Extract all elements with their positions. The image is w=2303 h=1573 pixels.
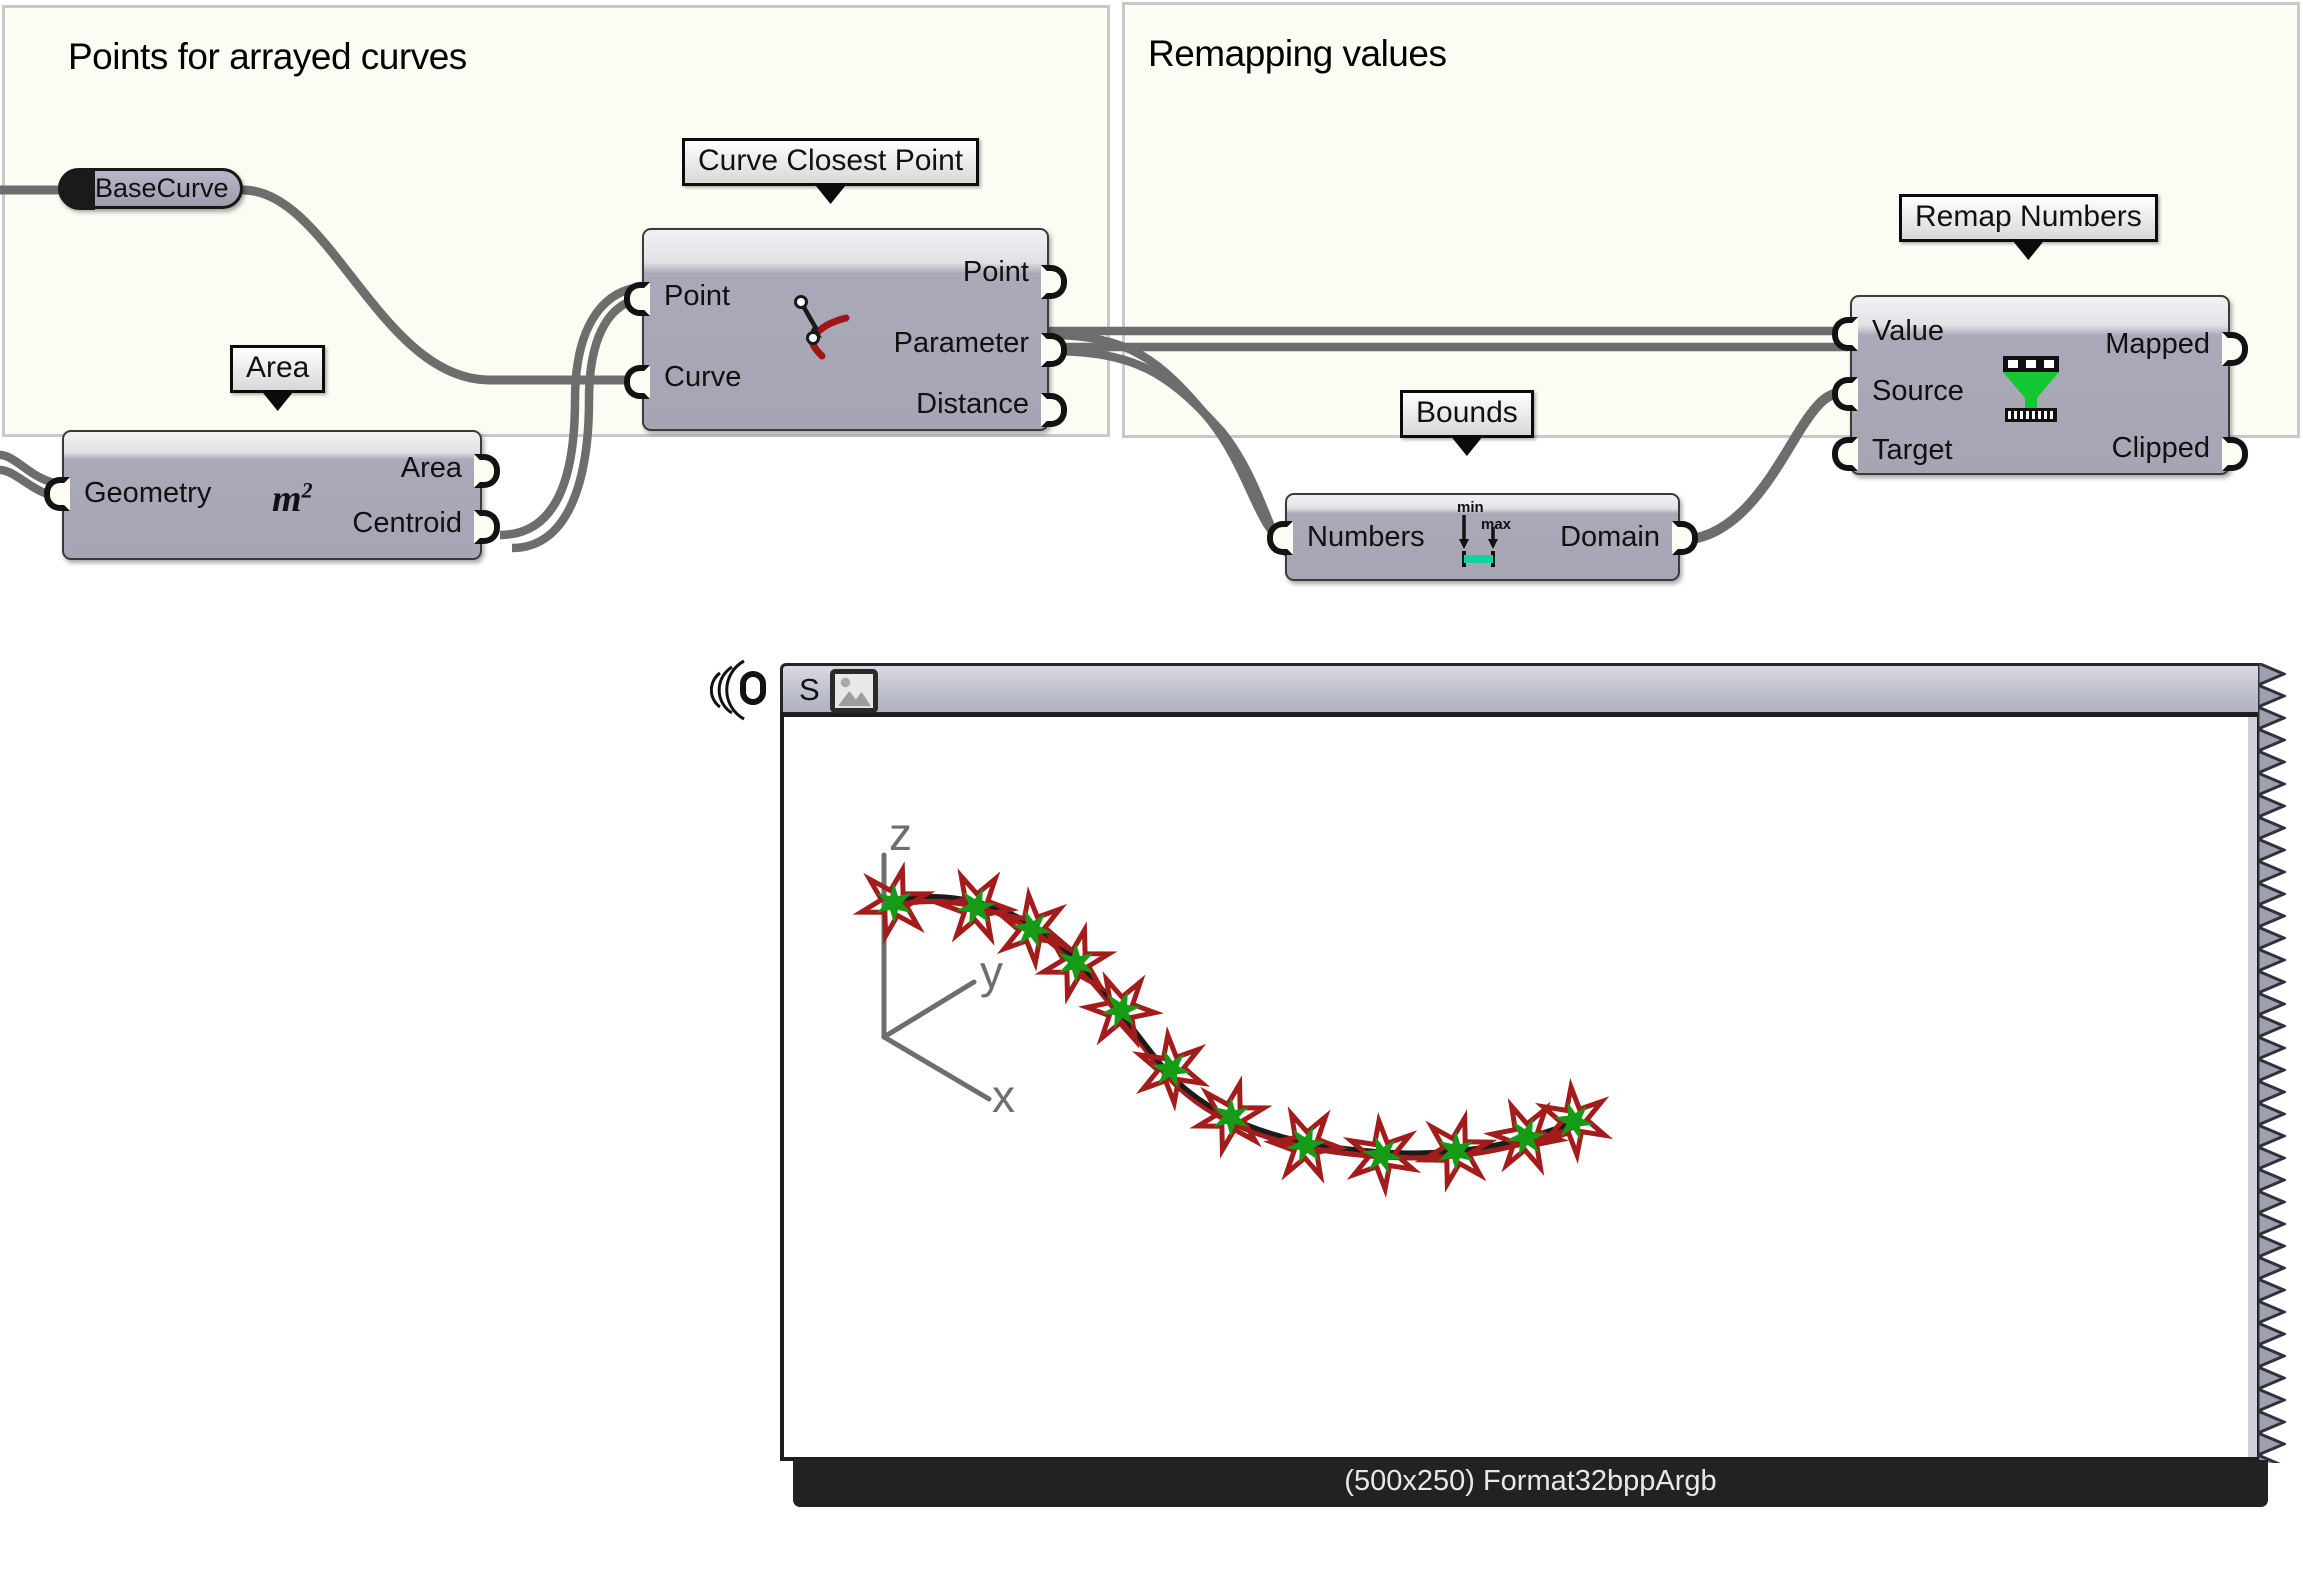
- balloon-remap-label: Remap Numbers: [1915, 200, 2142, 233]
- node-area-output-area: Area: [400, 452, 462, 484]
- balloon-ccp-label: Curve Closest Point: [698, 144, 964, 177]
- image-preview-canvas[interactable]: z y x: [780, 713, 2261, 1461]
- node-remap-output-mapped: Mapped: [2105, 328, 2210, 360]
- port-out-clipped[interactable]: [2222, 437, 2248, 471]
- port-in-numbers[interactable]: [1267, 521, 1293, 555]
- balloon-tail: [1449, 435, 1484, 456]
- port-in-curve[interactable]: [624, 365, 650, 399]
- balloon-bounds-label: Bounds: [1416, 396, 1518, 429]
- preview-header-label: S: [799, 672, 820, 707]
- image-preview-icon: [830, 669, 878, 713]
- axis-label-z: z: [889, 808, 912, 860]
- bounds-minmax-icon: min max: [1455, 499, 1523, 579]
- node-ccp-output-distance: Distance: [916, 388, 1029, 420]
- port-in-geometry[interactable]: [44, 477, 70, 511]
- balloon-area: Area: [230, 345, 326, 411]
- balloon-curve-closest-point: Curve Closest Point: [682, 138, 980, 204]
- node-remap-input-source: Source: [1872, 375, 1964, 407]
- basecurve-label: BaseCurve: [95, 173, 229, 203]
- axis-label-x: x: [992, 1070, 1015, 1122]
- image-preview-header[interactable]: S: [780, 663, 2261, 715]
- image-preview-statusbar: (500x250) Format32bppArgb: [793, 1460, 2268, 1507]
- port-in-preview[interactable]: [740, 671, 766, 705]
- node-curve-closest-point[interactable]: Point Curve Point Parameter Distance: [624, 228, 1067, 431]
- node-bounds-output-domain: Domain: [1560, 521, 1660, 553]
- port-in-point[interactable]: [624, 282, 650, 316]
- port-out-area[interactable]: [474, 454, 500, 488]
- group-title-remapping: Remapping values: [1148, 33, 1447, 74]
- axis-label-y: y: [980, 946, 1003, 998]
- node-bounds[interactable]: Numbers Domain min max: [1267, 493, 1698, 581]
- node-remap-input-target: Target: [1872, 434, 1953, 466]
- node-ccp-input-point: Point: [664, 280, 731, 312]
- port-out-domain[interactable]: [1672, 521, 1698, 555]
- group-title-points: Points for arrayed curves: [68, 36, 467, 77]
- image-preview-panel[interactable]: S z y x (500x250) Format32bppArgb: [710, 659, 2286, 1510]
- curve-closest-point-icon: [794, 295, 850, 360]
- port-out-centroid[interactable]: [474, 510, 500, 544]
- port-in-target[interactable]: [1832, 437, 1858, 471]
- node-basecurve[interactable]: BaseCurve: [58, 168, 243, 210]
- m2-icon: m2: [272, 477, 313, 520]
- remap-funnel-icon: [2003, 356, 2059, 422]
- node-remap-output-clipped: Clipped: [2111, 432, 2210, 464]
- node-ccp-output-point: Point: [962, 256, 1029, 288]
- basecurve-cap-icon: [59, 169, 95, 210]
- node-bounds-input-numbers: Numbers: [1307, 521, 1425, 553]
- port-in-value[interactable]: [1832, 317, 1858, 351]
- port-in-source[interactable]: [1832, 377, 1858, 411]
- node-remap-numbers[interactable]: Value Source Target Mapped Clipped: [1832, 295, 2248, 475]
- viewport-drawing: z y x: [852, 808, 1614, 1199]
- node-remap-input-value: Value: [1872, 315, 1945, 347]
- node-area-output-centroid: Centroid: [352, 507, 462, 539]
- node-area-input-geometry: Geometry: [84, 477, 212, 509]
- torn-edge-decoration: [2258, 663, 2286, 1463]
- node-ccp-input-curve: Curve: [664, 361, 742, 393]
- preview-status-text: (500x250) Format32bppArgb: [1344, 1465, 1717, 1497]
- node-ccp-output-parameter: Parameter: [893, 327, 1029, 359]
- node-area[interactable]: Geometry Area Centroid m2: [44, 430, 500, 560]
- balloon-area-label: Area: [246, 351, 310, 384]
- balloon-remap-numbers: Remap Numbers: [1899, 194, 2158, 260]
- balloon-bounds: Bounds: [1400, 390, 1534, 456]
